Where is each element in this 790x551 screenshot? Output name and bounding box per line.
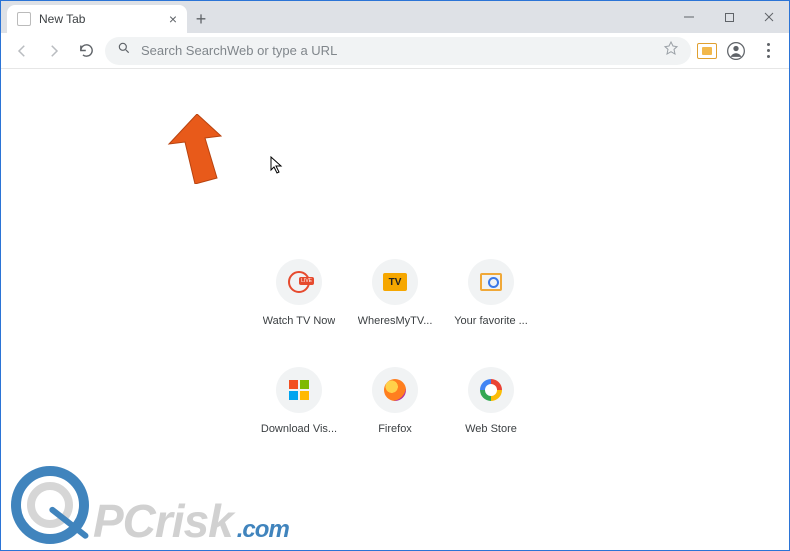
shortcut-download-vis[interactable]: Download Vis...: [251, 367, 347, 435]
tv-icon: TV: [383, 273, 407, 291]
watermark-pc: PC: [93, 498, 155, 544]
annotation-arrow-icon: [165, 114, 225, 184]
address-input[interactable]: [141, 43, 653, 58]
shortcut-label: Web Store: [465, 423, 517, 435]
reload-button[interactable]: [73, 38, 99, 64]
globe-live-icon: [288, 271, 310, 293]
shortcut-your-favorite[interactable]: Your favorite ...: [443, 259, 539, 327]
browser-window: New Tab × + Watch TV Now: [0, 0, 790, 551]
address-bar[interactable]: [105, 37, 691, 65]
tab-title: New Tab: [39, 12, 161, 26]
profile-avatar-button[interactable]: [723, 38, 749, 64]
extension-icon[interactable]: [697, 43, 717, 59]
close-window-button[interactable]: [749, 1, 789, 33]
mouse-cursor-icon: [270, 156, 284, 174]
movie-icon: [480, 273, 502, 291]
shortcut-label: Your favorite ...: [454, 315, 528, 327]
shortcut-firefox[interactable]: Firefox: [347, 367, 443, 435]
browser-tab[interactable]: New Tab ×: [7, 5, 187, 33]
close-tab-icon[interactable]: ×: [169, 12, 177, 26]
bookmark-star-icon[interactable]: [663, 40, 679, 61]
firefox-icon: [384, 379, 406, 401]
minimize-button[interactable]: [669, 1, 709, 33]
kebab-menu-button[interactable]: [755, 38, 781, 64]
watermark: PCrisk.com: [11, 466, 289, 544]
shortcut-web-store[interactable]: Web Store: [443, 367, 539, 435]
watermark-risk: risk: [155, 498, 233, 544]
title-bar: New Tab × +: [1, 1, 789, 33]
toolbar: [1, 33, 789, 69]
webstore-icon: [480, 379, 502, 401]
watermark-logo-icon: [11, 466, 89, 544]
shortcut-label: Watch TV Now: [263, 315, 336, 327]
microsoft-icon: [289, 380, 309, 400]
shortcut-label: Download Vis...: [261, 423, 337, 435]
watermark-com: .com: [237, 518, 289, 542]
window-controls: [669, 1, 789, 33]
shortcut-label: WheresMyTV...: [358, 315, 433, 327]
new-tab-button[interactable]: +: [187, 5, 215, 33]
maximize-button[interactable]: [709, 1, 749, 33]
new-tab-page: Watch TV Now TV WheresMyTV... Your favor…: [1, 69, 789, 550]
shortcut-watch-tv-now[interactable]: Watch TV Now: [251, 259, 347, 327]
search-icon: [117, 41, 131, 60]
tab-favicon: [17, 12, 31, 26]
shortcut-label: Firefox: [378, 423, 412, 435]
shortcuts-grid: Watch TV Now TV WheresMyTV... Your favor…: [251, 259, 539, 435]
back-button[interactable]: [9, 38, 35, 64]
forward-button[interactable]: [41, 38, 67, 64]
shortcut-wheresmytv[interactable]: TV WheresMyTV...: [347, 259, 443, 327]
